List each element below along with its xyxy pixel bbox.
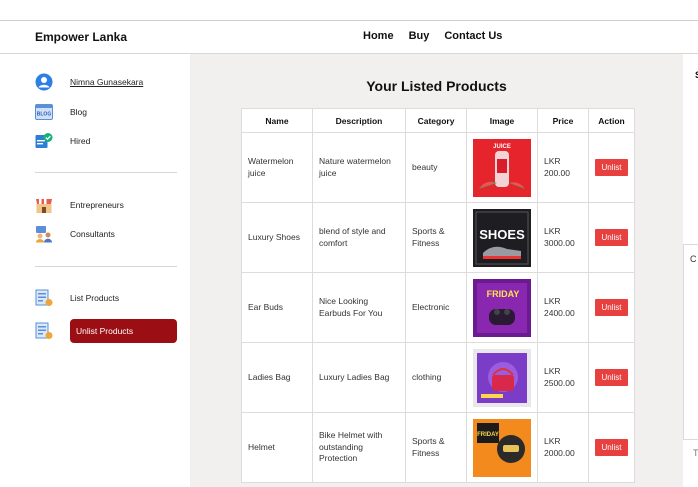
shop-icon — [35, 196, 53, 214]
product-image-cell: FRIDAY — [466, 272, 538, 343]
sidebar-user-name[interactable]: Nimna Gunasekara — [70, 77, 143, 87]
ladies-bag-image — [473, 348, 531, 407]
nav-contact-link[interactable]: Contact Us — [444, 30, 502, 42]
sidebar-item-label: Hired — [70, 136, 91, 146]
column-header-price: Price — [537, 108, 589, 133]
column-header-action: Action — [588, 108, 635, 133]
unlist-button[interactable]: Unlist — [595, 369, 628, 386]
blog-icon-badge: BLOG — [37, 112, 52, 118]
main-content: Your Listed Products Name Description Ca… — [190, 54, 683, 487]
unlist-button[interactable]: Unlist — [595, 439, 628, 456]
sidebar-item-unlist-products[interactable]: Unlist Products — [70, 319, 177, 343]
earbuds-image: FRIDAY — [473, 278, 531, 337]
product-name: Watermelon juice — [241, 132, 313, 203]
table-row: Ladies Bag Luxury Ladies Bag clothing LK… — [241, 342, 635, 413]
product-price: LKR 3000.00 — [537, 202, 589, 273]
product-name: Helmet — [241, 412, 313, 483]
sidebar-item-unlist-icon-wrap — [35, 320, 70, 342]
table-row: Watermelon juice Nature watermelon juice… — [241, 132, 635, 203]
product-image-cell: FRIDAY — [466, 412, 538, 483]
table-row: Luxury Shoes blend of style and comfort … — [241, 202, 635, 273]
unlist-button[interactable]: Unlist — [595, 229, 628, 246]
product-description: blend of style and comfort — [312, 202, 406, 273]
blog-icon: BLOG — [35, 103, 53, 121]
column-header-category: Category — [405, 108, 467, 133]
unlist-document-icon — [35, 322, 53, 340]
main-nav: Home Buy Contact Us — [363, 30, 502, 42]
product-category: Sports & Fitness — [405, 202, 467, 273]
sidebar-item-hired[interactable]: Hired — [35, 130, 90, 152]
column-header-description: Description — [312, 108, 406, 133]
products-table: Name Description Category Image Price Ac… — [241, 108, 635, 483]
sidebar-item-label: List Products — [70, 293, 120, 303]
action-cell: Unlist — [588, 132, 635, 203]
product-price: LKR 200.00 — [537, 132, 589, 203]
product-name: Ladies Bag — [241, 342, 313, 413]
action-cell: Unlist — [588, 272, 635, 343]
sidebar-divider — [35, 172, 177, 173]
product-image-cell — [466, 342, 538, 413]
column-header-name: Name — [241, 108, 313, 133]
sidebar: Nimna Gunasekara BLOG Blog Hired Entrepr… — [0, 54, 190, 487]
product-name: Luxury Shoes — [241, 202, 313, 273]
thumb-text: FRIDAY — [477, 432, 499, 438]
sidebar-item-entrepreneurs[interactable]: Entrepreneurs — [35, 194, 124, 216]
nav-buy-link[interactable]: Buy — [409, 30, 430, 42]
product-category: Electronic — [405, 272, 467, 343]
consultants-icon — [35, 225, 53, 243]
shoes-image: SHOES — [473, 208, 531, 267]
user-avatar-icon — [35, 73, 53, 91]
product-price: LKR 2500.00 — [537, 342, 589, 413]
brand-logo-text: Empower Lanka — [35, 30, 128, 44]
list-document-icon — [35, 289, 53, 307]
watermelon-juice-image: JUICE — [473, 138, 531, 197]
product-category: clothing — [405, 342, 467, 413]
thumb-text: FRIDAY — [487, 289, 520, 299]
action-cell: Unlist — [588, 202, 635, 273]
product-name: Ear Buds — [241, 272, 313, 343]
product-image-cell: SHOES — [466, 202, 538, 273]
product-image-cell: JUICE — [466, 132, 538, 203]
sidebar-item-blog[interactable]: BLOG Blog — [35, 101, 87, 123]
action-cell: Unlist — [588, 342, 635, 413]
nav-home-link[interactable]: Home — [363, 30, 394, 42]
sidebar-item-profile[interactable]: Nimna Gunasekara — [35, 71, 143, 93]
product-price: LKR 2400.00 — [537, 272, 589, 343]
product-category: beauty — [405, 132, 467, 203]
product-description: Nature watermelon juice — [312, 132, 406, 203]
right-panel-bottom-letter: T — [693, 448, 698, 458]
unlist-button[interactable]: Unlist — [595, 299, 628, 316]
sidebar-item-list-products[interactable]: List Products — [35, 287, 119, 309]
thumb-text: JUICE — [493, 144, 511, 150]
sidebar-divider — [35, 266, 177, 267]
table-row: Ear Buds Nice Looking Earbuds For You El… — [241, 272, 635, 343]
table-header-row: Name Description Category Image Price Ac… — [241, 108, 635, 133]
table-row: Helmet Bike Helmet with outstanding Prot… — [241, 412, 635, 483]
helmet-image: FRIDAY — [473, 418, 531, 477]
sidebar-item-label: Consultants — [70, 229, 115, 239]
action-cell: Unlist — [588, 412, 635, 483]
unlist-button[interactable]: Unlist — [595, 159, 628, 176]
top-header: Empower Lanka Home Buy Contact Us — [0, 21, 698, 54]
right-panel-box-letter: C — [690, 254, 697, 264]
product-price: LKR 2000.00 — [537, 412, 589, 483]
thumb-text: SHOES — [479, 227, 525, 242]
product-description: Luxury Ladies Bag — [312, 342, 406, 413]
product-description: Bike Helmet with outstanding Protection — [312, 412, 406, 483]
sidebar-item-label: Entrepreneurs — [70, 200, 124, 210]
hired-check-icon — [35, 132, 53, 150]
product-category: Sports & Fitness — [405, 412, 467, 483]
column-header-image: Image — [466, 108, 538, 133]
right-panel-box: C — [683, 244, 698, 440]
product-description: Nice Looking Earbuds For You — [312, 272, 406, 343]
page-title: Your Listed Products — [366, 78, 507, 94]
sidebar-item-consultants[interactable]: Consultants — [35, 223, 115, 245]
sidebar-item-label: Blog — [70, 107, 88, 117]
